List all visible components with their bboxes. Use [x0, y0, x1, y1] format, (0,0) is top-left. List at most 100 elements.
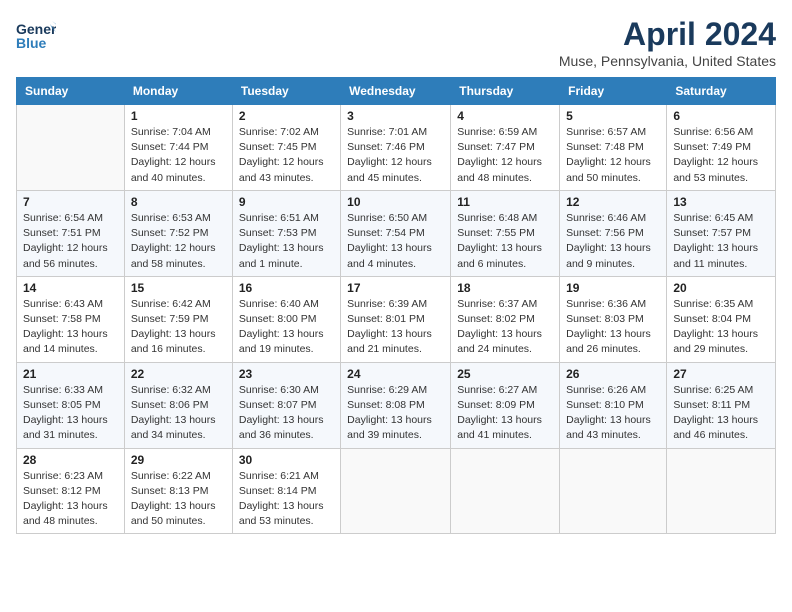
logo-icon: General Blue: [16, 16, 56, 56]
calendar-cell: 21 Sunrise: 6:33 AMSunset: 8:05 PMDayligh…: [17, 362, 125, 448]
calendar-cell: 27 Sunrise: 6:25 AMSunset: 8:11 PMDayligh…: [667, 362, 776, 448]
day-number: 20: [673, 281, 769, 295]
calendar-cell: 2Sunrise: 7:02 AMSunset: 7:45 PMDaylight…: [232, 105, 340, 191]
calendar-cell: 5 Sunrise: 6:57 AMSunset: 7:48 PMDaylight…: [560, 105, 667, 191]
day-info: Sunrise: 7:02 AMSunset: 7:45 PMDaylight:…: [239, 125, 334, 186]
day-number: 8: [131, 195, 226, 209]
day-info: Sunrise: 6:22 AMSunset: 8:13 PMDaylight:…: [131, 469, 226, 530]
calendar-cell: 13 Sunrise: 6:45 AMSunset: 7:57 PMDayligh…: [667, 190, 776, 276]
calendar-cell: 30 Sunrise: 6:21 AMSunset: 8:14 PMDayligh…: [232, 448, 340, 534]
day-info: Sunrise: 6:42 AMSunset: 7:59 PMDaylight:…: [131, 297, 226, 358]
day-number: 26: [566, 367, 660, 381]
calendar-cell: [341, 448, 451, 534]
week-row-3: 14Sunrise: 6:43 AMSunset: 7:58 PMDayligh…: [17, 276, 776, 362]
day-info: Sunrise: 6:40 AMSunset: 8:00 PMDaylight:…: [239, 297, 334, 358]
day-number: 12: [566, 195, 660, 209]
week-row-4: 21 Sunrise: 6:33 AMSunset: 8:05 PMDayligh…: [17, 362, 776, 448]
day-info: Sunrise: 6:35 AMSunset: 8:04 PMDaylight:…: [673, 297, 769, 358]
day-number: 30: [239, 453, 334, 467]
calendar-cell: 11 Sunrise: 6:48 AMSunset: 7:55 PMDayligh…: [451, 190, 560, 276]
day-number: 22: [131, 367, 226, 381]
calendar-cell: 29 Sunrise: 6:22 AMSunset: 8:13 PMDayligh…: [124, 448, 232, 534]
day-number: 27: [673, 367, 769, 381]
calendar-cell: 6 Sunrise: 6:56 AMSunset: 7:49 PMDaylight…: [667, 105, 776, 191]
day-info: Sunrise: 6:27 AMSunset: 8:09 PMDaylight:…: [457, 383, 553, 444]
calendar-cell: 4 Sunrise: 6:59 AMSunset: 7:47 PMDaylight…: [451, 105, 560, 191]
calendar-cell: 26Sunrise: 6:26 AMSunset: 8:10 PMDayligh…: [560, 362, 667, 448]
day-number: 24: [347, 367, 444, 381]
calendar-table: SundayMondayTuesdayWednesdayThursdayFrid…: [16, 77, 776, 534]
calendar-cell: 19Sunrise: 6:36 AMSunset: 8:03 PMDayligh…: [560, 276, 667, 362]
calendar-cell: 10 Sunrise: 6:50 AMSunset: 7:54 PMDayligh…: [341, 190, 451, 276]
week-row-5: 28 Sunrise: 6:23 AMSunset: 8:12 PMDayligh…: [17, 448, 776, 534]
column-header-thursday: Thursday: [451, 78, 560, 105]
day-number: 7: [23, 195, 118, 209]
day-number: 21: [23, 367, 118, 381]
calendar-cell: [17, 105, 125, 191]
day-info: Sunrise: 6:30 AMSunset: 8:07 PMDaylight:…: [239, 383, 334, 444]
day-number: 14: [23, 281, 118, 295]
month-title: April 2024: [559, 16, 776, 53]
day-number: 4: [457, 109, 553, 123]
day-info: Sunrise: 6:21 AMSunset: 8:14 PMDaylight:…: [239, 469, 334, 530]
calendar-cell: 18Sunrise: 6:37 AMSunset: 8:02 PMDayligh…: [451, 276, 560, 362]
day-info: Sunrise: 6:54 AMSunset: 7:51 PMDaylight:…: [23, 211, 118, 272]
day-info: Sunrise: 6:56 AMSunset: 7:49 PMDaylight:…: [673, 125, 769, 186]
day-info: Sunrise: 6:25 AMSunset: 8:11 PMDaylight:…: [673, 383, 769, 444]
column-header-monday: Monday: [124, 78, 232, 105]
calendar-cell: 1 Sunrise: 7:04 AMSunset: 7:44 PMDaylight…: [124, 105, 232, 191]
day-info: Sunrise: 6:48 AMSunset: 7:55 PMDaylight:…: [457, 211, 553, 272]
column-header-saturday: Saturday: [667, 78, 776, 105]
day-info: Sunrise: 6:59 AMSunset: 7:47 PMDaylight:…: [457, 125, 553, 186]
day-info: Sunrise: 6:36 AMSunset: 8:03 PMDaylight:…: [566, 297, 660, 358]
day-info: Sunrise: 6:23 AMSunset: 8:12 PMDaylight:…: [23, 469, 118, 530]
calendar-cell: 23 Sunrise: 6:30 AMSunset: 8:07 PMDayligh…: [232, 362, 340, 448]
title-block: April 2024 Muse, Pennsylvania, United St…: [559, 16, 776, 69]
day-info: Sunrise: 6:37 AMSunset: 8:02 PMDaylight:…: [457, 297, 553, 358]
column-header-sunday: Sunday: [17, 78, 125, 105]
calendar-cell: 16 Sunrise: 6:40 AMSunset: 8:00 PMDayligh…: [232, 276, 340, 362]
day-info: Sunrise: 6:53 AMSunset: 7:52 PMDaylight:…: [131, 211, 226, 272]
day-number: 11: [457, 195, 553, 209]
calendar-cell: 9 Sunrise: 6:51 AMSunset: 7:53 PMDaylight…: [232, 190, 340, 276]
day-info: Sunrise: 6:50 AMSunset: 7:54 PMDaylight:…: [347, 211, 444, 272]
calendar-cell: 24Sunrise: 6:29 AMSunset: 8:08 PMDayligh…: [341, 362, 451, 448]
day-info: Sunrise: 6:57 AMSunset: 7:48 PMDaylight:…: [566, 125, 660, 186]
day-number: 25: [457, 367, 553, 381]
day-number: 5: [566, 109, 660, 123]
column-header-wednesday: Wednesday: [341, 78, 451, 105]
calendar-cell: 14Sunrise: 6:43 AMSunset: 7:58 PMDayligh…: [17, 276, 125, 362]
day-info: Sunrise: 6:39 AMSunset: 8:01 PMDaylight:…: [347, 297, 444, 358]
calendar-cell: 15Sunrise: 6:42 AMSunset: 7:59 PMDayligh…: [124, 276, 232, 362]
calendar-cell: 3Sunrise: 7:01 AMSunset: 7:46 PMDaylight…: [341, 105, 451, 191]
location: Muse, Pennsylvania, United States: [559, 53, 776, 69]
day-number: 1: [131, 109, 226, 123]
logo: General Blue: [16, 16, 56, 61]
day-info: Sunrise: 6:33 AMSunset: 8:05 PMDaylight:…: [23, 383, 118, 444]
day-info: Sunrise: 6:45 AMSunset: 7:57 PMDaylight:…: [673, 211, 769, 272]
column-header-tuesday: Tuesday: [232, 78, 340, 105]
day-number: 28: [23, 453, 118, 467]
day-number: 13: [673, 195, 769, 209]
calendar-cell: 22 Sunrise: 6:32 AMSunset: 8:06 PMDayligh…: [124, 362, 232, 448]
column-header-friday: Friday: [560, 78, 667, 105]
day-number: 9: [239, 195, 334, 209]
calendar-header-row: SundayMondayTuesdayWednesdayThursdayFrid…: [17, 78, 776, 105]
day-info: Sunrise: 6:32 AMSunset: 8:06 PMDaylight:…: [131, 383, 226, 444]
day-number: 29: [131, 453, 226, 467]
day-info: Sunrise: 6:46 AMSunset: 7:56 PMDaylight:…: [566, 211, 660, 272]
day-number: 3: [347, 109, 444, 123]
calendar-cell: 17Sunrise: 6:39 AMSunset: 8:01 PMDayligh…: [341, 276, 451, 362]
day-number: 6: [673, 109, 769, 123]
week-row-1: 1 Sunrise: 7:04 AMSunset: 7:44 PMDaylight…: [17, 105, 776, 191]
day-info: Sunrise: 6:51 AMSunset: 7:53 PMDaylight:…: [239, 211, 334, 272]
day-info: Sunrise: 7:04 AMSunset: 7:44 PMDaylight:…: [131, 125, 226, 186]
calendar-cell: [451, 448, 560, 534]
week-row-2: 7 Sunrise: 6:54 AMSunset: 7:51 PMDaylight…: [17, 190, 776, 276]
page-header: General Blue April 2024 Muse, Pennsylvan…: [16, 16, 776, 69]
calendar-cell: 20 Sunrise: 6:35 AMSunset: 8:04 PMDayligh…: [667, 276, 776, 362]
day-number: 16: [239, 281, 334, 295]
calendar-cell: [667, 448, 776, 534]
day-number: 23: [239, 367, 334, 381]
day-number: 10: [347, 195, 444, 209]
